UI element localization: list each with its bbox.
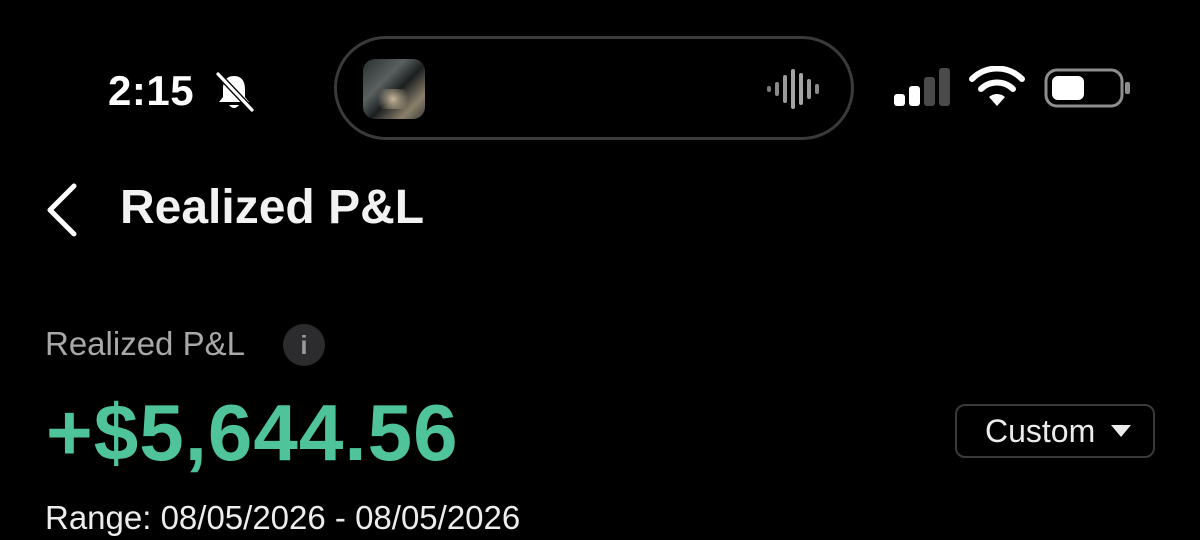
info-icon[interactable]: i xyxy=(283,324,325,366)
range-selector-label: Custom xyxy=(985,413,1096,449)
wifi-icon xyxy=(969,66,1025,106)
status-time: 2:15 xyxy=(108,67,195,114)
bell-slash-icon xyxy=(215,71,255,113)
back-chevron-icon[interactable] xyxy=(36,178,92,242)
audio-waveform-icon xyxy=(767,69,819,109)
battery-icon xyxy=(1044,68,1130,108)
realized-pnl-value: +$5,644.56 xyxy=(46,388,459,477)
caret-down-icon xyxy=(1111,425,1132,437)
now-playing-thumbnail[interactable] xyxy=(363,59,425,119)
range-selector-dropdown[interactable]: Custom xyxy=(955,404,1155,458)
app-screen: 2:15 Realized P&L Realized P&L i +$5,644… xyxy=(0,0,1200,540)
cellular-signal-icon xyxy=(894,68,950,106)
date-range-text: Range: 08/05/2026 - 08/05/2026 xyxy=(45,499,521,536)
page-title: Realized P&L xyxy=(120,181,425,234)
realized-pnl-label: Realized P&L xyxy=(45,325,245,362)
dynamic-island[interactable] xyxy=(334,36,854,140)
